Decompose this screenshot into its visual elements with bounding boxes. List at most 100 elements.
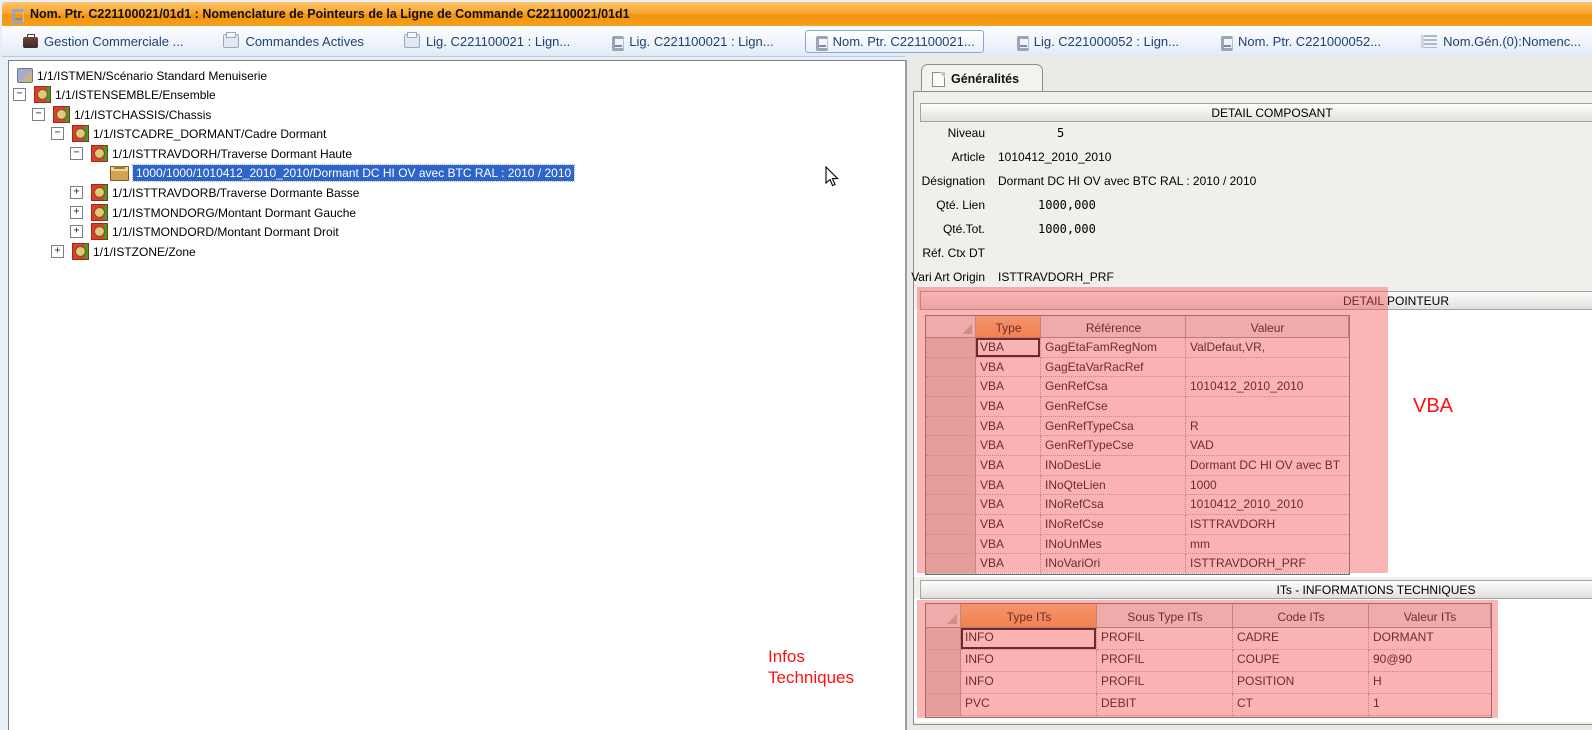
cell-type-its[interactable]: PVC [961,694,1097,716]
column-header-type-its[interactable]: Type ITs [961,604,1097,628]
row-leader[interactable] [926,495,976,515]
tree-item-istchassis[interactable]: 1/1/ISTCHASSIS/Chassis [32,105,211,124]
tab-nom-ptr-c221100021[interactable]: Nom. Ptr. C221100021... [805,30,984,53]
cell-type[interactable]: VBA [976,456,1041,476]
tab-nom-ptr-c221000052[interactable]: Nom. Ptr. C221000052... [1210,30,1390,53]
cell-reference[interactable]: INoVariOri [1041,554,1186,574]
tab-lig-c221100021-1[interactable]: Lig. C221100021 : Lign... [395,30,579,53]
cell-valeur[interactable]: VAD [1186,436,1349,456]
cell-type-its[interactable]: INFO [961,672,1097,694]
cell-valeur[interactable]: ISTTRAVDORH_PRF [1186,554,1349,574]
row-leader[interactable] [926,397,976,417]
cell-reference[interactable]: GagEtaVarRacRef [1041,358,1186,378]
cell-reference[interactable]: GenRefCse [1041,397,1186,417]
tab-lig-c221100021-2[interactable]: Lig. C221100021 : Lign... [601,30,782,53]
row-leader[interactable] [926,377,976,397]
cell-code-its[interactable]: POSITION [1233,672,1369,694]
row-leader[interactable] [926,358,976,378]
pointeur-row[interactable]: VBA INoRefCsa 1010412_2010_2010 [926,495,1349,515]
cell-reference[interactable]: INoDesLie [1041,456,1186,476]
row-leader[interactable] [926,535,976,555]
cell-code-its[interactable]: COUPE [1233,650,1369,672]
cell-type[interactable]: VBA [976,397,1041,417]
its-row[interactable]: INFO PROFIL POSITION H [926,672,1491,694]
cell-valeur[interactable] [1186,358,1349,378]
expand-expander[interactable] [70,225,83,238]
cell-type-its[interactable]: INFO [961,628,1097,650]
cell-valeur[interactable]: Dormant DC HI OV avec BT [1186,456,1349,476]
row-leader[interactable] [926,417,976,437]
expand-expander[interactable] [70,186,83,199]
tree-item-istmen[interactable]: 1/1/ISTMEN/Scénario Standard Menuiserie [17,66,267,85]
pointeur-row[interactable]: VBA GenRefTypeCsa R [926,417,1349,437]
cell-reference[interactable]: INoRefCsa [1041,495,1186,515]
cell-reference[interactable]: GenRefCsa [1041,377,1186,397]
cell-valeur-its[interactable]: 1 [1369,694,1491,716]
pointeur-row[interactable]: VBA INoRefCse ISTTRAVDORH [926,515,1349,535]
cell-valeur[interactable]: R [1186,417,1349,437]
cell-type[interactable]: VBA [976,554,1041,574]
cell-code-its[interactable]: CADRE [1233,628,1369,650]
cell-type-its[interactable]: INFO [961,650,1097,672]
cell-type[interactable]: VBA [976,338,1041,358]
expand-expander[interactable] [51,245,64,258]
tab-commandes-actives[interactable]: Commandes Actives [214,30,373,53]
cell-reference[interactable]: GenRefTypeCse [1041,436,1186,456]
tab-generalites[interactable]: Généralités [921,64,1043,93]
cell-type[interactable]: VBA [976,358,1041,378]
row-leader[interactable] [926,338,976,358]
cell-valeur[interactable]: mm [1186,535,1349,555]
pointeur-row[interactable]: VBA INoVariOri ISTTRAVDORH_PRF [926,554,1349,574]
pointeur-row[interactable]: VBA INoDesLie Dormant DC HI OV avec BT [926,456,1349,476]
column-header-valeur-its[interactable]: Valeur ITs [1369,604,1491,628]
tree-item-istmondorg[interactable]: 1/1/ISTMONDORG/Montant Dormant Gauche [70,203,356,222]
cell-code-its[interactable]: CT [1233,694,1369,716]
row-leader[interactable] [926,456,976,476]
collapse-expander[interactable] [51,127,64,140]
pointeur-row[interactable]: VBA GenRefCse [926,397,1349,417]
its-row[interactable]: PVC DEBIT CT 1 [926,694,1491,716]
cell-type[interactable]: VBA [976,436,1041,456]
column-header-reference[interactable]: Référence [1041,316,1186,338]
cell-reference[interactable]: INoUnMes [1041,535,1186,555]
its-row[interactable]: INFO PROFIL CADRE DORMANT [926,628,1491,650]
pointeur-row[interactable]: VBA GenRefTypeCse VAD [926,436,1349,456]
cell-type[interactable]: VBA [976,495,1041,515]
row-leader[interactable] [926,650,961,672]
cell-valeur-its[interactable]: 90@90 [1369,650,1491,672]
row-leader[interactable] [926,515,976,535]
cell-reference[interactable]: INoRefCse [1041,515,1186,535]
grid-corner-cell[interactable] [926,604,961,628]
row-leader[interactable] [926,436,976,456]
tree-item-istensemble[interactable]: 1/1/ISTENSEMBLE/Ensemble [13,85,216,104]
tab-lig-c221000052[interactable]: Lig. C221000052 : Lign... [1006,30,1188,53]
cell-valeur[interactable]: ISTTRAVDORH [1186,515,1349,535]
pointeur-row[interactable]: VBA GenRefCsa 1010412_2010_2010 [926,377,1349,397]
cell-type[interactable]: VBA [976,417,1041,437]
cell-sous-type-its[interactable]: PROFIL [1097,672,1233,694]
row-leader[interactable] [926,628,961,650]
cell-valeur[interactable] [1186,397,1349,417]
cell-type[interactable]: VBA [976,515,1041,535]
collapse-expander[interactable] [32,108,45,121]
tree-item-istzone[interactable]: 1/1/ISTZONE/Zone [51,242,196,261]
tree-item-isttravdorb[interactable]: 1/1/ISTTRAVDORB/Traverse Dormante Basse [70,183,359,202]
pointeur-row[interactable]: VBA GagEtaVarRacRef [926,358,1349,378]
cell-sous-type-its[interactable]: PROFIL [1097,650,1233,672]
cell-valeur-its[interactable]: H [1369,672,1491,694]
row-leader[interactable] [926,554,976,574]
column-header-type[interactable]: Type [976,316,1041,338]
tree-item-article-selected[interactable]: 1000/1000/1010412_2010_2010/Dormant DC H… [110,163,574,182]
tree-item-isttravdorh[interactable]: 1/1/ISTTRAVDORH/Traverse Dormant Haute [70,144,352,163]
cell-type[interactable]: VBA [976,377,1041,397]
pointeur-row[interactable]: VBA INoUnMes mm [926,535,1349,555]
row-leader[interactable] [926,694,961,716]
cell-type[interactable]: VBA [976,535,1041,555]
cell-sous-type-its[interactable]: DEBIT [1097,694,1233,716]
column-header-sous-type-its[interactable]: Sous Type ITs [1097,604,1233,628]
cell-reference[interactable]: GenRefTypeCsa [1041,417,1186,437]
cell-valeur[interactable]: 1000 [1186,476,1349,496]
tree-item-istmondord[interactable]: 1/1/ISTMONDORD/Montant Dormant Droit [70,222,339,241]
cell-sous-type-its[interactable]: PROFIL [1097,628,1233,650]
pointeur-row[interactable]: VBA GagEtaFamRegNom ValDefaut,VR, [926,338,1349,358]
